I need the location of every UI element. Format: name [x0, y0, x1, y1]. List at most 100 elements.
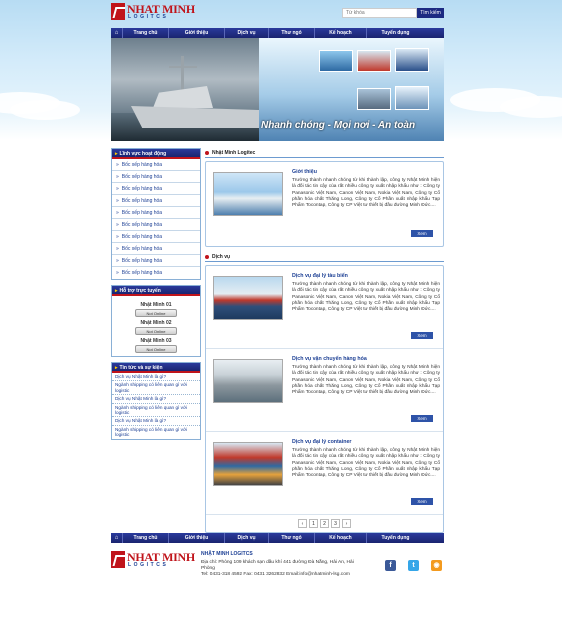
header: NHAT MINH LOGITCS Tìm kiếm [111, 0, 444, 28]
activities-title: ▸ Lĩnh vực hoạt động [112, 149, 200, 159]
warship-photo [213, 359, 283, 403]
intro-description: Trưởng thành nhanh chóng từ khi thành lậ… [292, 178, 440, 209]
activity-link[interactable]: » Bốc xếp hàng hóa [112, 219, 200, 231]
twitter-icon[interactable]: t [408, 560, 419, 571]
bullet-icon: » [116, 258, 119, 264]
chat-status-button[interactable]: Not Online [135, 309, 177, 317]
prev-page-button[interactable]: ‹ [298, 519, 307, 528]
intro-panel: Giới thiệu Trưởng thành nhanh chóng từ k… [205, 161, 444, 247]
activity-link[interactable]: » Bốc xếp hàng hóa [112, 159, 200, 171]
search-button[interactable]: Tìm kiếm [417, 8, 444, 18]
activities-title-text: Lĩnh vực hoạt động [119, 151, 167, 157]
logo-subtitle: LOGITCS [128, 562, 169, 568]
main-nav: ⌂ Trang chủ Giới thiệu Dịch vụ Thư ngỏ K… [111, 28, 444, 38]
nav-item-home[interactable]: Trang chủ [122, 28, 168, 38]
bullet-icon: » [116, 174, 119, 180]
nav-item-about[interactable]: Giới thiệu [168, 28, 224, 38]
next-page-button[interactable]: › [342, 519, 351, 528]
support-box: ▸ Hỗ trợ trực tuyến Nhật Minh 01 Not Onli… [111, 285, 201, 357]
activity-link[interactable]: » Bốc xếp hàng hóa [112, 207, 200, 219]
nav-item-home[interactable]: Trang chủ [122, 533, 168, 543]
ship-mast [181, 56, 184, 90]
main-content: Nhật Minh Logitec Giới thiệu Trưởng thàn… [205, 148, 444, 538]
bullet-icon [205, 254, 209, 259]
facebook-icon[interactable]: f [385, 560, 396, 571]
activity-link-label: Bốc xếp hàng hóa [121, 234, 163, 240]
read-more-button[interactable]: Xem [411, 498, 433, 505]
activity-link-label: Bốc xếp hàng hóa [121, 198, 163, 204]
activity-link-label: Bốc xếp hàng hóa [121, 174, 163, 180]
activity-link[interactable]: » Bốc xếp hàng hóa [112, 231, 200, 243]
intro-title[interactable]: Giới thiệu [292, 169, 317, 175]
news-title: ▸ Tin tức và sự kiện [112, 363, 200, 373]
home-icon[interactable]: ⌂ [111, 535, 122, 541]
activity-link[interactable]: » Bốc xếp hàng hóa [112, 243, 200, 255]
service-item: Dịch vụ đại lý container Trưởng thành nh… [206, 432, 443, 515]
news-box: ▸ Tin tức và sự kiện Dịch vụ Nhật Minh là… [111, 362, 201, 440]
read-more-button[interactable]: Xem [411, 230, 433, 237]
nav-item-plan[interactable]: Kế hoạch [314, 533, 366, 543]
nav-item-services[interactable]: Dịch vụ [224, 28, 268, 38]
news-link[interactable]: Dịch vụ Nhật Minh là gì? [112, 373, 200, 382]
read-more-button[interactable]: Xem [411, 415, 433, 422]
service-item: Dịch vụ đại lý tàu biển Trưởng thành nha… [206, 266, 443, 349]
cargo-ship-photo [213, 276, 283, 320]
activity-link-label: Bốc xếp hàng hóa [121, 258, 163, 264]
activity-link[interactable]: » Bốc xếp hàng hóa [112, 195, 200, 207]
news-link[interactable]: Ngành shipping có liên quan gì với logis… [112, 404, 200, 418]
page-wrapper: NHAT MINH LOGITCS Tìm kiếm ⌂ Trang chủ G… [111, 0, 444, 577]
computer-photo [395, 48, 429, 72]
footer-contact: Tel: 0431-318 4592 Fax: 0431 3262832 Ema… [201, 572, 350, 577]
service-description: Trưởng thành nhanh chóng từ khi thành lậ… [292, 365, 440, 396]
cloud-decoration [500, 96, 562, 118]
news-link[interactable]: Ngành shipping có liên quan gì với logis… [112, 426, 200, 439]
search-input[interactable] [342, 8, 417, 18]
footer-logo[interactable]: NHAT MINH LOGITCS [111, 550, 195, 572]
support-list: Nhật Minh 01 Not Online Nhật Minh 02 Not… [112, 296, 200, 356]
nav-item-about[interactable]: Giới thiệu [168, 533, 224, 543]
rss-icon[interactable]: ◉ [431, 560, 442, 571]
section-heading-text: Nhật Minh Logitec [212, 150, 256, 156]
home-icon[interactable]: ⌂ [111, 30, 122, 36]
news-link[interactable]: Dịch vụ Nhật Minh là gì? [112, 417, 200, 426]
news-link[interactable]: Ngành shipping có liên quan gì với logis… [112, 381, 200, 396]
nav-item-services[interactable]: Dịch vụ [224, 533, 268, 543]
bullet-icon [205, 150, 209, 155]
footer-company-name: NHẬT MINH LOGITCS [201, 551, 253, 557]
nav-item-plan[interactable]: Kế hoạch [314, 28, 366, 38]
nav-item-jobs[interactable]: Tuyển dụng [366, 533, 424, 543]
nav-item-letter[interactable]: Thư ngỏ [268, 533, 314, 543]
support-person-name: Nhật Minh 01 [140, 302, 172, 308]
service-title[interactable]: Dịch vụ vận chuyển hàng hóa [292, 356, 367, 362]
nav-item-letter[interactable]: Thư ngỏ [268, 28, 314, 38]
logo-mark [111, 3, 125, 20]
services-panel: Dịch vụ đại lý tàu biển Trưởng thành nha… [205, 265, 444, 533]
service-title[interactable]: Dịch vụ đại lý container [292, 439, 351, 445]
activity-link[interactable]: » Bốc xếp hàng hóa [112, 267, 200, 279]
news-link[interactable]: Dịch vụ Nhật Minh là gì? [112, 395, 200, 404]
ship-image [153, 86, 213, 108]
section-heading-text: Dịch vụ [212, 254, 231, 260]
chat-status-button[interactable]: Not Online [135, 327, 177, 335]
logo[interactable]: NHAT MINH LOGITCS [111, 2, 195, 24]
footer-address: Địa chỉ: Phòng 109 khách sạn dầu khí 441… [201, 560, 354, 571]
activity-link-label: Bốc xếp hàng hóa [121, 222, 163, 228]
cargo-ship-photo [319, 50, 353, 72]
page-3-button[interactable]: 3 [331, 519, 340, 528]
read-more-button[interactable]: Xem [411, 332, 433, 339]
container-port-photo [213, 442, 283, 486]
bullet-icon: » [116, 162, 119, 168]
activity-link[interactable]: » Bốc xếp hàng hóa [112, 255, 200, 267]
page-2-button[interactable]: 2 [320, 519, 329, 528]
page-1-button[interactable]: 1 [309, 519, 318, 528]
service-title[interactable]: Dịch vụ đại lý tàu biển [292, 273, 348, 279]
chat-status-button[interactable]: Not Online [135, 345, 177, 353]
cloud-decoration [10, 100, 80, 120]
banner-slogan: Nhanh chóng - Mọi nơi - An toàn [261, 120, 416, 131]
activity-link[interactable]: » Bốc xếp hàng hóa [112, 183, 200, 195]
nav-item-jobs[interactable]: Tuyển dụng [366, 28, 424, 38]
logo-mark [111, 551, 125, 568]
activity-link-label: Bốc xếp hàng hóa [121, 210, 163, 216]
activity-link[interactable]: » Bốc xếp hàng hóa [112, 171, 200, 183]
bullet-icon: » [116, 186, 119, 192]
